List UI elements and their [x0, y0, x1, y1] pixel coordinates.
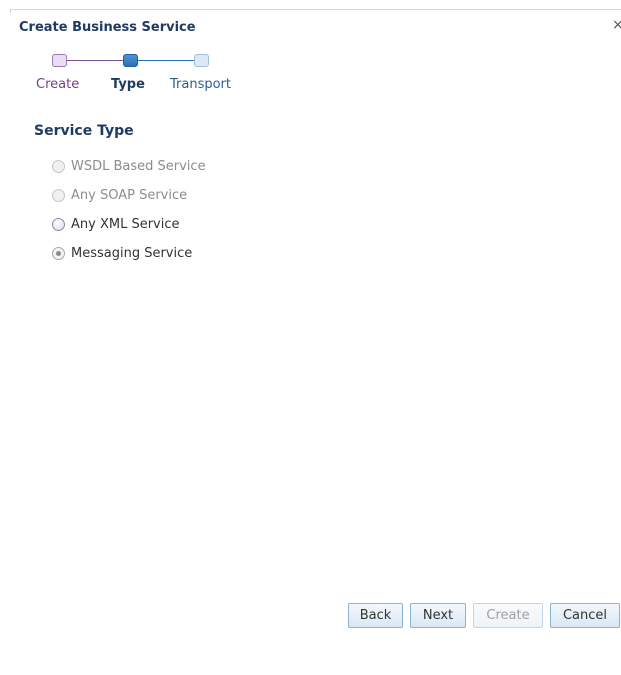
option-messaging-service[interactable]: Messaging Service	[52, 245, 192, 261]
option-wsdl-based-service: WSDL Based Service	[52, 158, 206, 174]
back-button[interactable]: Back	[348, 603, 403, 628]
train-stop-type	[123, 54, 138, 67]
radio-any-xml-service[interactable]	[52, 217, 65, 231]
train-label-create[interactable]: Create	[36, 77, 79, 92]
service-type-heading: Service Type	[34, 123, 134, 139]
train-stop-transport[interactable]	[194, 54, 209, 67]
label-messaging-service[interactable]: Messaging Service	[71, 246, 192, 261]
label-wsdl-based-service: WSDL Based Service	[71, 158, 206, 174]
option-any-soap-service: Any SOAP Service	[52, 187, 187, 203]
train-stop-create[interactable]	[52, 54, 67, 67]
train-label-transport[interactable]: Transport	[170, 77, 231, 92]
label-any-xml-service[interactable]: Any XML Service	[71, 217, 180, 232]
close-icon[interactable]: ×	[612, 18, 621, 32]
label-any-soap-service: Any SOAP Service	[71, 187, 188, 203]
create-button: Create	[473, 603, 543, 628]
cancel-button[interactable]: Cancel	[550, 603, 620, 628]
radio-messaging-service[interactable]	[52, 246, 65, 260]
train-connector-type-transport	[138, 60, 194, 61]
step-train: Create Type Transport	[0, 0, 300, 100]
train-connector-create-type	[67, 60, 123, 61]
train-label-type: Type	[111, 77, 145, 92]
radio-any-soap-service	[52, 188, 65, 202]
radio-wsdl-based-service	[52, 159, 65, 173]
create-business-service-dialog: Create Business Service × Create Type Tr…	[0, 0, 621, 675]
next-button[interactable]: Next	[410, 603, 466, 628]
option-any-xml-service[interactable]: Any XML Service	[52, 216, 180, 232]
